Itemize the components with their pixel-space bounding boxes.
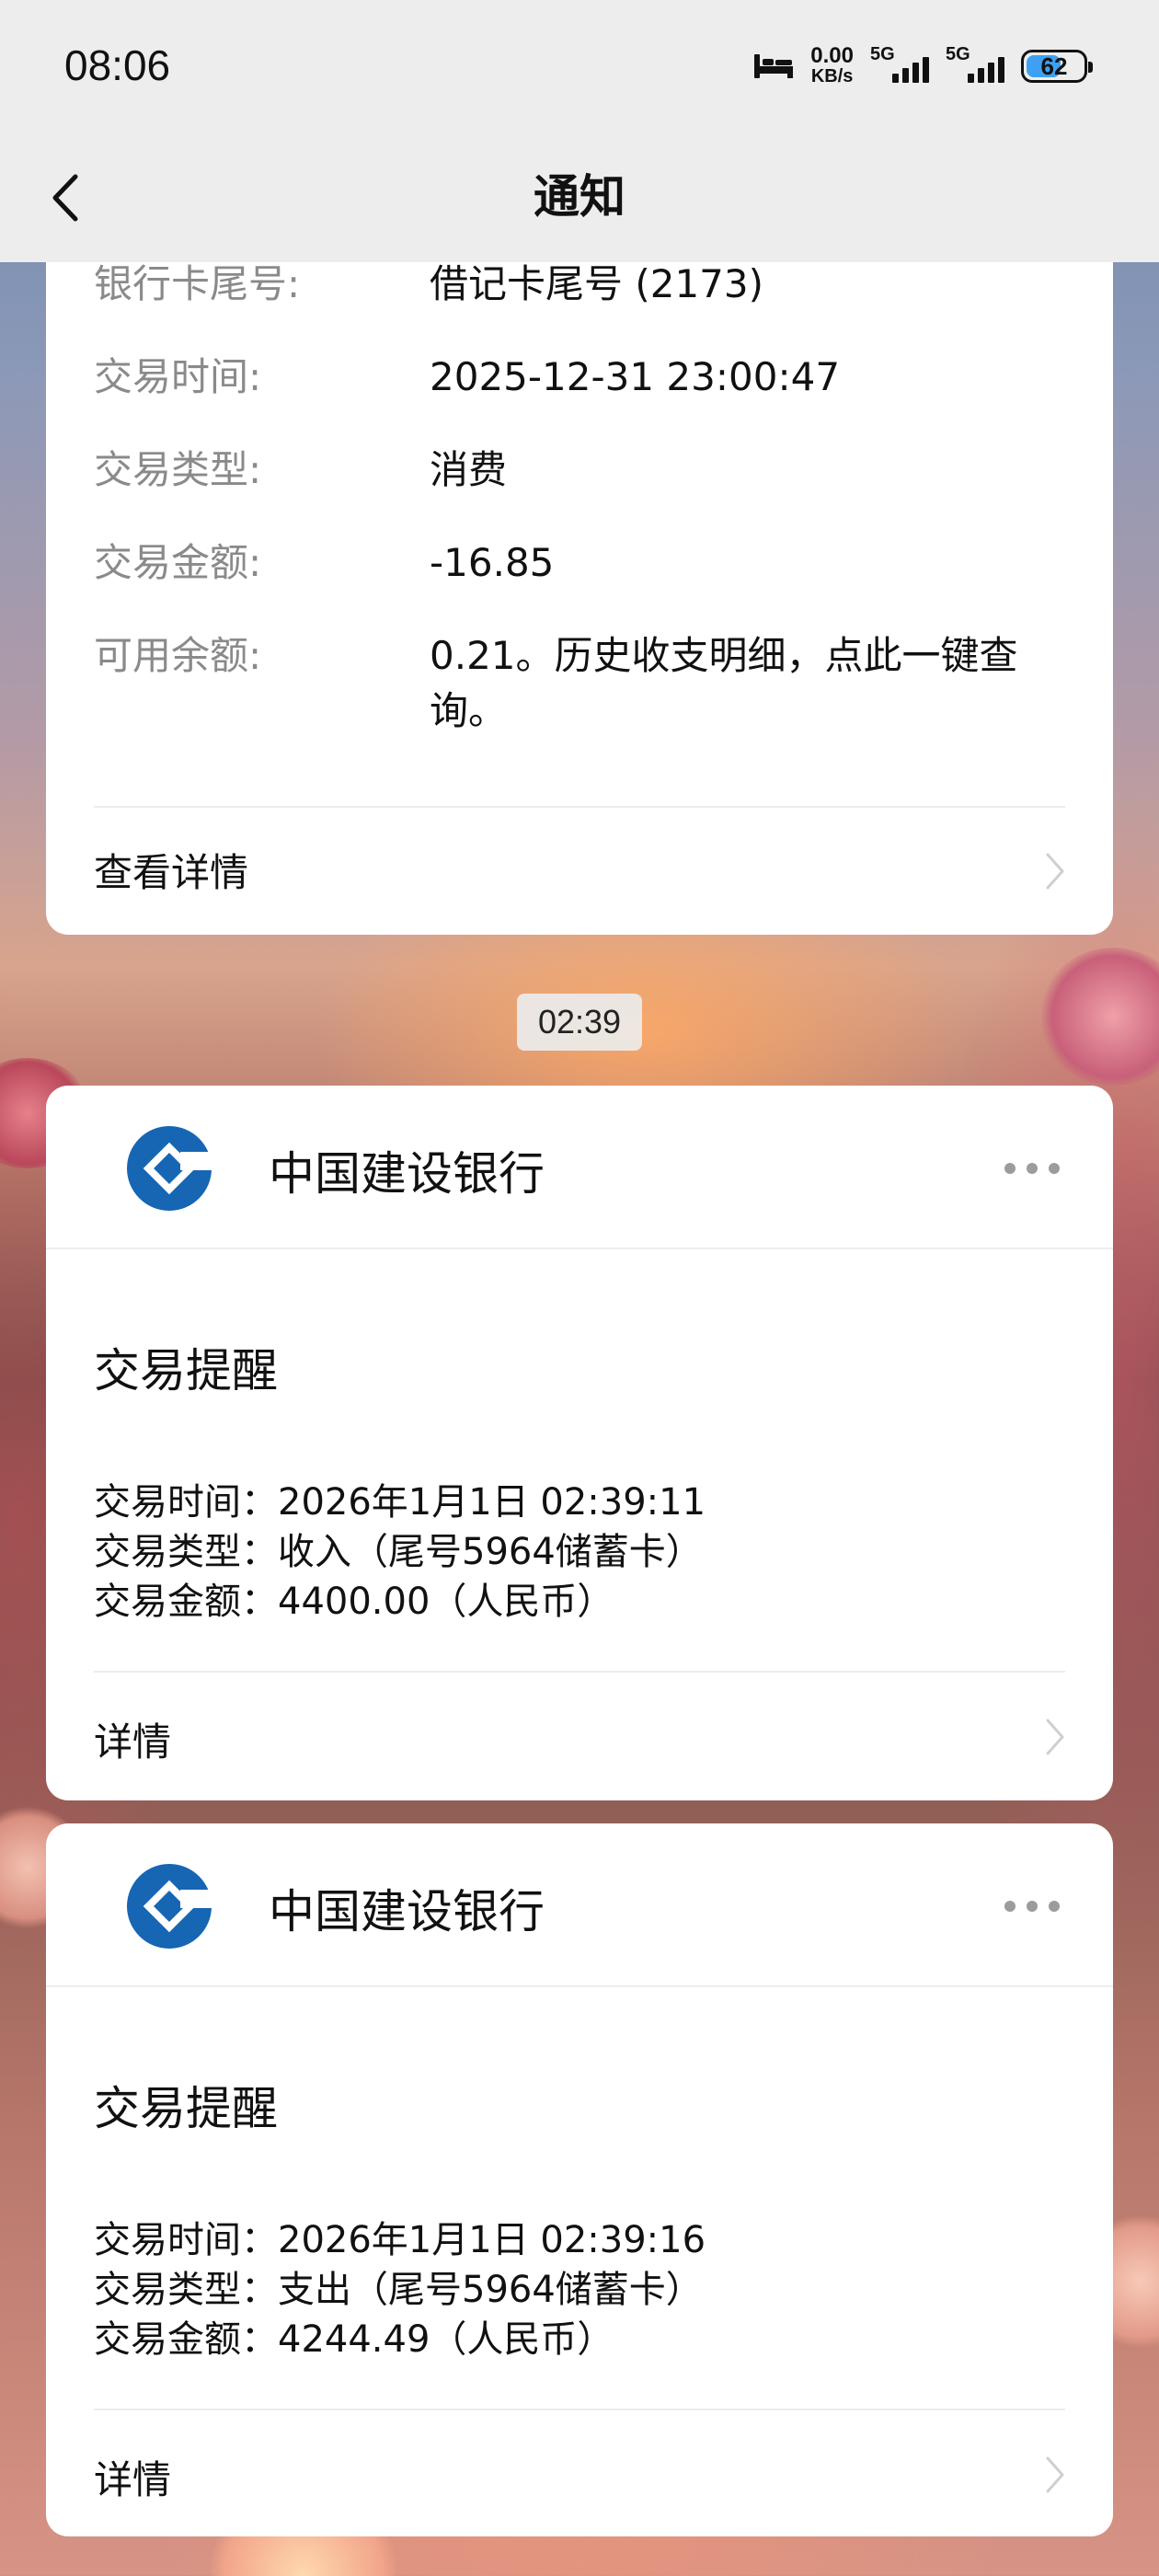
chevron-right-icon [1046, 1719, 1064, 1755]
detail-row-time: 交易时间: 2025-12-31 23:00:47 [94, 350, 1065, 405]
signal-sim2-icon: 5G [946, 44, 1004, 85]
bank-logo [127, 1126, 213, 1211]
battery-level: 62 [1040, 52, 1068, 80]
detail-label: 交易时间: [94, 354, 262, 399]
message-line-type: 交易类型：收入（尾号5964储蓄卡） [94, 1531, 703, 1573]
details-link[interactable]: 详情 [94, 2449, 171, 2505]
sim2-network-type: 5G [946, 44, 970, 64]
message-title: 交易提醒 [94, 1344, 278, 1397]
status-icons: 0.00 KB/s 5G 5G 62 [753, 43, 1093, 87]
notification-card-debit: 银行卡尾号: 借记卡尾号 (2173) 交易时间: 2025-12-31 23:… [46, 262, 1113, 935]
detail-label: 交易金额: [94, 540, 262, 585]
more-icon[interactable] [1004, 1901, 1060, 1914]
detail-row-balance: 可用余额: 0.21。历史收支明细，点此一键查询。 [94, 628, 1065, 739]
chevron-right-icon [1046, 2456, 1064, 2493]
message-line-amount: 交易金额：4400.00（人民币） [94, 1581, 614, 1623]
status-bar: 08:06 0.00 KB/s 5G 5G 62 [0, 0, 1159, 138]
message-line-type: 交易类型：支出（尾号5964储蓄卡） [94, 2269, 703, 2311]
detail-row-card-number: 银行卡尾号: 借记卡尾号 (2173) [94, 262, 1065, 312]
notification-card-income[interactable]: 中国建设银行 交易提醒 交易时间：2026年1月1日 02:39:11 交易类型… [46, 1086, 1113, 1800]
navigation-bar: 通知 [0, 138, 1159, 262]
message-title: 交易提醒 [94, 2082, 278, 2135]
detail-value: 0.21。历史收支明细，点此一键查询。 [430, 633, 1018, 733]
status-time: 08:06 [64, 41, 171, 89]
message-line-amount: 交易金额：4244.49（人民币） [94, 2318, 614, 2361]
message-timestamp: 02:39 [517, 994, 642, 1051]
detail-row-type: 交易类型: 消费 [94, 443, 1065, 498]
divider [94, 2409, 1065, 2410]
bank-logo [127, 1864, 213, 1949]
detail-value: 消费 [430, 447, 508, 492]
network-speed: 0.00 KB/s [810, 43, 854, 87]
network-speed-unit: KB/s [810, 66, 854, 86]
battery-icon: 62 [1021, 50, 1093, 83]
page-title: 通知 [534, 170, 625, 224]
network-speed-value: 0.00 [810, 43, 854, 68]
message-line-time: 交易时间：2026年1月1日 02:39:16 [94, 2219, 706, 2261]
sim1-network-type: 5G [870, 44, 895, 64]
card-header: 中国建设银行 [46, 1823, 1113, 1987]
background-decoration [1039, 948, 1159, 1086]
bank-name: 中国建设银行 [269, 1885, 545, 1938]
divider [94, 1671, 1065, 1673]
detail-label: 交易类型: [94, 447, 262, 492]
signal-sim1-icon: 5G [870, 44, 929, 85]
more-icon[interactable] [1004, 1163, 1060, 1176]
notification-card-expense[interactable]: 中国建设银行 交易提醒 交易时间：2026年1月1日 02:39:16 交易类型… [46, 1823, 1113, 2536]
view-details-link[interactable]: 查看详情 [94, 842, 248, 898]
card-header: 中国建设银行 [46, 1086, 1113, 1249]
detail-value: 借记卡尾号 (2173) [430, 262, 764, 306]
detail-row-amount: 交易金额: -16.85 [94, 535, 1065, 591]
detail-value: 2025-12-31 23:00:47 [430, 354, 841, 399]
details-link[interactable]: 详情 [94, 1711, 171, 1767]
chevron-right-icon [1046, 853, 1064, 890]
detail-label: 可用余额: [94, 633, 262, 678]
detail-label: 银行卡尾号: [94, 262, 301, 306]
bank-name: 中国建设银行 [269, 1147, 545, 1201]
message-line-time: 交易时间：2026年1月1日 02:39:11 [94, 1481, 706, 1524]
bed-icon [754, 54, 794, 78]
detail-value: -16.85 [430, 540, 555, 585]
divider [94, 806, 1065, 808]
